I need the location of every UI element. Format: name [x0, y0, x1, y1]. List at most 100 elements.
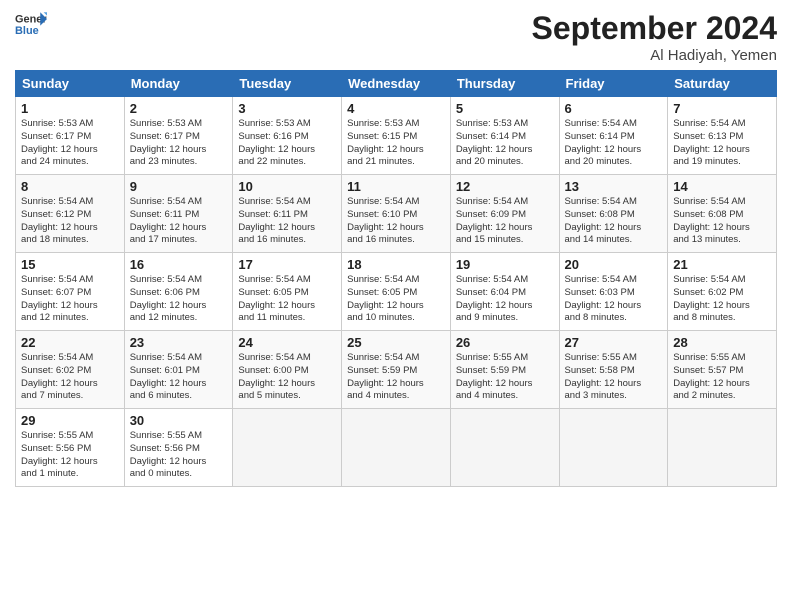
calendar-cell: 1 Sunrise: 5:53 AM Sunset: 6:17 PM Daylig…: [16, 97, 125, 175]
cell-sun-info: Sunrise: 5:53 AM Sunset: 6:17 PM Dayligh…: [21, 118, 119, 169]
day-number: 4: [347, 101, 445, 116]
calendar-weekday-monday: Monday: [124, 71, 233, 97]
day-number: 28: [673, 335, 771, 350]
calendar-weekday-thursday: Thursday: [450, 71, 559, 97]
day-number: 19: [456, 257, 554, 272]
calendar-cell: 23Sunrise: 5:54 AM Sunset: 6:01 PM Dayli…: [124, 331, 233, 409]
cell-sun-info: Sunrise: 5:54 AM Sunset: 6:14 PM Dayligh…: [565, 118, 663, 169]
day-number: 25: [347, 335, 445, 350]
calendar-cell: 17Sunrise: 5:54 AM Sunset: 6:05 PM Dayli…: [233, 253, 342, 331]
cell-sun-info: Sunrise: 5:55 AM Sunset: 5:58 PM Dayligh…: [565, 352, 663, 403]
cell-sun-info: Sunrise: 5:54 AM Sunset: 6:06 PM Dayligh…: [130, 274, 228, 325]
day-number: 26: [456, 335, 554, 350]
calendar-cell: 16 Sunrise: 5:54 AM Sunset: 6:06 PM Dayli…: [124, 253, 233, 331]
day-number: 22: [21, 335, 119, 350]
calendar-cell: 9Sunrise: 5:54 AM Sunset: 6:11 PM Daylig…: [124, 175, 233, 253]
cell-sun-info: Sunrise: 5:54 AM Sunset: 6:08 PM Dayligh…: [673, 196, 771, 247]
calendar-cell: 21Sunrise: 5:54 AM Sunset: 6:02 PM Dayli…: [668, 253, 777, 331]
day-number: 7: [673, 101, 771, 116]
calendar-week-row-4: 22 Sunrise: 5:54 AM Sunset: 6:02 PM Dayli…: [16, 331, 777, 409]
header: General Blue September 2024 Al Hadiyah, …: [15, 10, 777, 64]
cell-sun-info: Sunrise: 5:53 AM Sunset: 6:15 PM Dayligh…: [347, 118, 445, 169]
generalblue-logo-icon: General Blue: [15, 10, 47, 38]
page-container: General Blue September 2024 Al Hadiyah, …: [0, 0, 792, 497]
location-title: Al Hadiyah, Yemen: [532, 47, 777, 64]
cell-sun-info: Sunrise: 5:54 AM Sunset: 6:03 PM Dayligh…: [565, 274, 663, 325]
calendar-cell: 5 Sunrise: 5:53 AM Sunset: 6:14 PM Daylig…: [450, 97, 559, 175]
calendar-cell: 4 Sunrise: 5:53 AM Sunset: 6:15 PM Daylig…: [342, 97, 451, 175]
calendar-cell: 28 Sunrise: 5:55 AM Sunset: 5:57 PM Dayli…: [668, 331, 777, 409]
day-number: 3: [238, 101, 336, 116]
cell-sun-info: Sunrise: 5:54 AM Sunset: 5:59 PM Dayligh…: [347, 352, 445, 403]
calendar-cell: [342, 409, 451, 487]
day-number: 14: [673, 179, 771, 194]
cell-sun-info: Sunrise: 5:54 AM Sunset: 6:02 PM Dayligh…: [21, 352, 119, 403]
svg-text:Blue: Blue: [15, 25, 39, 37]
calendar-cell: 15 Sunrise: 5:54 AM Sunset: 6:07 PM Dayli…: [16, 253, 125, 331]
day-number: 10: [238, 179, 336, 194]
calendar-weekday-saturday: Saturday: [668, 71, 777, 97]
day-number: 6: [565, 101, 663, 116]
day-number: 8: [21, 179, 119, 194]
calendar-cell: 22 Sunrise: 5:54 AM Sunset: 6:02 PM Dayli…: [16, 331, 125, 409]
calendar-cell: 12 Sunrise: 5:54 AM Sunset: 6:09 PM Dayli…: [450, 175, 559, 253]
day-number: 16: [130, 257, 228, 272]
cell-sun-info: Sunrise: 5:55 AM Sunset: 5:56 PM Dayligh…: [130, 430, 228, 481]
calendar-table: SundayMondayTuesdayWednesdayThursdayFrid…: [15, 70, 777, 487]
calendar-cell: 3 Sunrise: 5:53 AM Sunset: 6:16 PM Daylig…: [233, 97, 342, 175]
day-number: 5: [456, 101, 554, 116]
day-number: 15: [21, 257, 119, 272]
calendar-cell: [668, 409, 777, 487]
cell-sun-info: Sunrise: 5:53 AM Sunset: 6:14 PM Dayligh…: [456, 118, 554, 169]
calendar-cell: 2 Sunrise: 5:53 AM Sunset: 6:17 PM Daylig…: [124, 97, 233, 175]
month-title: September 2024: [532, 10, 777, 47]
calendar-header-row: SundayMondayTuesdayWednesdayThursdayFrid…: [16, 71, 777, 97]
calendar-cell: 18Sunrise: 5:54 AM Sunset: 6:05 PM Dayli…: [342, 253, 451, 331]
cell-sun-info: Sunrise: 5:54 AM Sunset: 6:05 PM Dayligh…: [238, 274, 336, 325]
calendar-cell: [450, 409, 559, 487]
calendar-cell: 30 Sunrise: 5:55 AM Sunset: 5:56 PM Dayli…: [124, 409, 233, 487]
calendar-week-row-5: 29 Sunrise: 5:55 AM Sunset: 5:56 PM Dayli…: [16, 409, 777, 487]
cell-sun-info: Sunrise: 5:53 AM Sunset: 6:17 PM Dayligh…: [130, 118, 228, 169]
calendar-cell: 19 Sunrise: 5:54 AM Sunset: 6:04 PM Dayli…: [450, 253, 559, 331]
cell-sun-info: Sunrise: 5:54 AM Sunset: 6:04 PM Dayligh…: [456, 274, 554, 325]
calendar-weekday-tuesday: Tuesday: [233, 71, 342, 97]
cell-sun-info: Sunrise: 5:54 AM Sunset: 6:00 PM Dayligh…: [238, 352, 336, 403]
cell-sun-info: Sunrise: 5:54 AM Sunset: 6:05 PM Dayligh…: [347, 274, 445, 325]
calendar-weekday-wednesday: Wednesday: [342, 71, 451, 97]
cell-sun-info: Sunrise: 5:54 AM Sunset: 6:11 PM Dayligh…: [238, 196, 336, 247]
calendar-week-row-3: 15 Sunrise: 5:54 AM Sunset: 6:07 PM Dayli…: [16, 253, 777, 331]
cell-sun-info: Sunrise: 5:54 AM Sunset: 6:12 PM Dayligh…: [21, 196, 119, 247]
day-number: 9: [130, 179, 228, 194]
cell-sun-info: Sunrise: 5:53 AM Sunset: 6:16 PM Dayligh…: [238, 118, 336, 169]
day-number: 27: [565, 335, 663, 350]
day-number: 13: [565, 179, 663, 194]
calendar-cell: 8 Sunrise: 5:54 AM Sunset: 6:12 PM Daylig…: [16, 175, 125, 253]
calendar-cell: 26 Sunrise: 5:55 AM Sunset: 5:59 PM Dayli…: [450, 331, 559, 409]
calendar-cell: 10 Sunrise: 5:54 AM Sunset: 6:11 PM Dayli…: [233, 175, 342, 253]
calendar-cell: [559, 409, 668, 487]
calendar-cell: 6 Sunrise: 5:54 AM Sunset: 6:14 PM Daylig…: [559, 97, 668, 175]
cell-sun-info: Sunrise: 5:54 AM Sunset: 6:07 PM Dayligh…: [21, 274, 119, 325]
calendar-cell: [233, 409, 342, 487]
calendar-cell: 11 Sunrise: 5:54 AM Sunset: 6:10 PM Dayli…: [342, 175, 451, 253]
calendar-cell: 29Sunrise: 5:55 AM Sunset: 5:56 PM Dayli…: [16, 409, 125, 487]
cell-sun-info: Sunrise: 5:54 AM Sunset: 6:09 PM Dayligh…: [456, 196, 554, 247]
day-number: 21: [673, 257, 771, 272]
cell-sun-info: Sunrise: 5:54 AM Sunset: 6:10 PM Dayligh…: [347, 196, 445, 247]
day-number: 11: [347, 179, 445, 194]
day-number: 2: [130, 101, 228, 116]
calendar-cell: 27 Sunrise: 5:55 AM Sunset: 5:58 PM Dayli…: [559, 331, 668, 409]
day-number: 30: [130, 413, 228, 428]
cell-sun-info: Sunrise: 5:55 AM Sunset: 5:59 PM Dayligh…: [456, 352, 554, 403]
cell-sun-info: Sunrise: 5:55 AM Sunset: 5:57 PM Dayligh…: [673, 352, 771, 403]
day-number: 12: [456, 179, 554, 194]
cell-sun-info: Sunrise: 5:54 AM Sunset: 6:13 PM Dayligh…: [673, 118, 771, 169]
cell-sun-info: Sunrise: 5:54 AM Sunset: 6:08 PM Dayligh…: [565, 196, 663, 247]
cell-sun-info: Sunrise: 5:54 AM Sunset: 6:01 PM Dayligh…: [130, 352, 228, 403]
day-number: 24: [238, 335, 336, 350]
day-number: 29: [21, 413, 119, 428]
calendar-cell: 24 Sunrise: 5:54 AM Sunset: 6:00 PM Dayli…: [233, 331, 342, 409]
calendar-cell: 7 Sunrise: 5:54 AM Sunset: 6:13 PM Daylig…: [668, 97, 777, 175]
day-number: 1: [21, 101, 119, 116]
